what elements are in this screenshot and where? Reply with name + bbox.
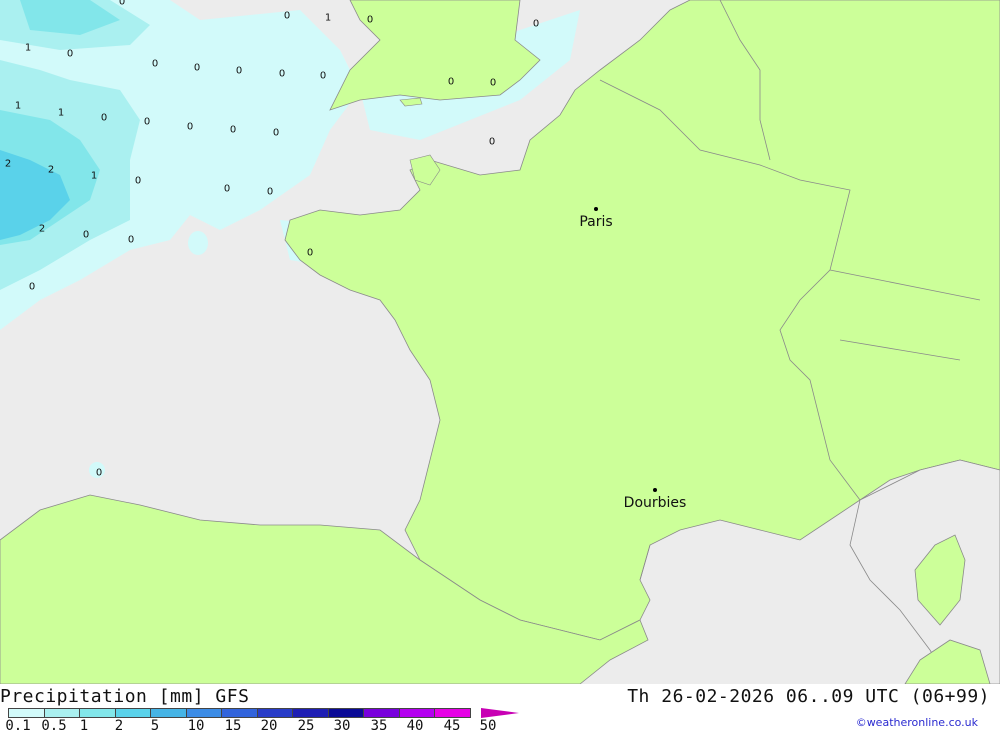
legend-label: 5 xyxy=(150,718,160,734)
legend-label: 30 xyxy=(333,718,351,734)
legend-swatch xyxy=(8,708,45,718)
precip-value: 0 xyxy=(278,68,286,80)
precip-value: 2 xyxy=(38,223,46,235)
precip-value: 1 xyxy=(14,100,22,112)
legend-swatch xyxy=(185,708,222,718)
precip-value: 2 xyxy=(4,158,12,170)
precip-value: 0 xyxy=(229,124,237,136)
precip-value: 0 xyxy=(143,116,151,128)
legend-label: 10 xyxy=(187,718,205,734)
map-datetime: Th 26-02-2026 06..09 UTC (06+99) xyxy=(627,686,990,707)
legend-swatch xyxy=(256,708,293,718)
legend-swatch xyxy=(327,708,364,718)
map-footer: Precipitation [mm] GFS Th 26-02-2026 06.… xyxy=(0,684,1000,734)
precip-value: 0 xyxy=(95,467,103,479)
legend-label: 40 xyxy=(406,718,424,734)
legend-swatch xyxy=(114,708,151,718)
precip-value: 0 xyxy=(532,18,540,30)
legend-label: 0.1 xyxy=(5,718,31,734)
legend-label: 1 xyxy=(79,718,89,734)
precip-value: 0 xyxy=(134,175,142,187)
legend-swatch xyxy=(398,708,435,718)
city-label-dourbies: Dourbies xyxy=(623,495,687,511)
precip-spot xyxy=(188,231,208,255)
legend-label: 25 xyxy=(297,718,315,734)
legend-label: 35 xyxy=(370,718,388,734)
precip-value: 0 xyxy=(127,234,135,246)
legend-label: 0.5 xyxy=(41,718,67,734)
legend-swatch xyxy=(43,708,80,718)
precip-value: 0 xyxy=(151,58,159,70)
precip-value: 0 xyxy=(82,229,90,241)
legend-swatch xyxy=(292,708,329,718)
precip-value: 1 xyxy=(324,12,332,24)
precip-value: 0 xyxy=(193,62,201,74)
precip-value: 0 xyxy=(283,10,291,22)
legend-label: 20 xyxy=(260,718,278,734)
legend-swatch xyxy=(363,708,400,718)
legend-swatch xyxy=(150,708,187,718)
legend-swatch xyxy=(221,708,258,718)
legend-label: 2 xyxy=(114,718,124,734)
precip-value: 0 xyxy=(366,14,374,26)
precip-value: 1 xyxy=(90,170,98,182)
precip-value: 0 xyxy=(28,281,36,293)
precip-value: 0 xyxy=(319,70,327,82)
precip-value: 0 xyxy=(100,112,108,124)
precip-value: 0 xyxy=(66,48,74,60)
precip-value: 0 xyxy=(272,127,280,139)
precip-value: 2 xyxy=(47,164,55,176)
legend-swatch xyxy=(434,708,471,718)
precip-value: 0 xyxy=(488,136,496,148)
legend-label: 50 xyxy=(479,718,497,734)
legend-label: 45 xyxy=(443,718,461,734)
city-marker-dourbies xyxy=(653,488,657,492)
precip-value: 1 xyxy=(57,107,65,119)
precipitation-map[interactable]: 0 1 0 1 0 0 0 0 0 0 0 0 0 0 1 1 0 0 0 0 … xyxy=(0,0,1000,684)
city-label-paris: Paris xyxy=(579,214,613,230)
precip-value: 0 xyxy=(266,186,274,198)
precip-value: 0 xyxy=(306,247,314,259)
city-marker-paris xyxy=(594,207,598,211)
precip-legend xyxy=(8,708,471,718)
legend-swatch xyxy=(79,708,116,718)
legend-label: 15 xyxy=(224,718,242,734)
precip-value: 0 xyxy=(447,76,455,88)
map-canvas xyxy=(0,0,1000,684)
precip-value: 0 xyxy=(489,77,497,89)
precip-value: 0 xyxy=(118,0,126,8)
precip-value: 0 xyxy=(186,121,194,133)
legend-arrow-tip xyxy=(481,708,519,718)
precip-value: 0 xyxy=(223,183,231,195)
map-title: Precipitation [mm] GFS xyxy=(0,686,250,707)
precip-value: 0 xyxy=(235,65,243,77)
credit-link[interactable]: ©weatheronline.co.uk xyxy=(856,716,978,729)
precip-value: 1 xyxy=(24,42,32,54)
